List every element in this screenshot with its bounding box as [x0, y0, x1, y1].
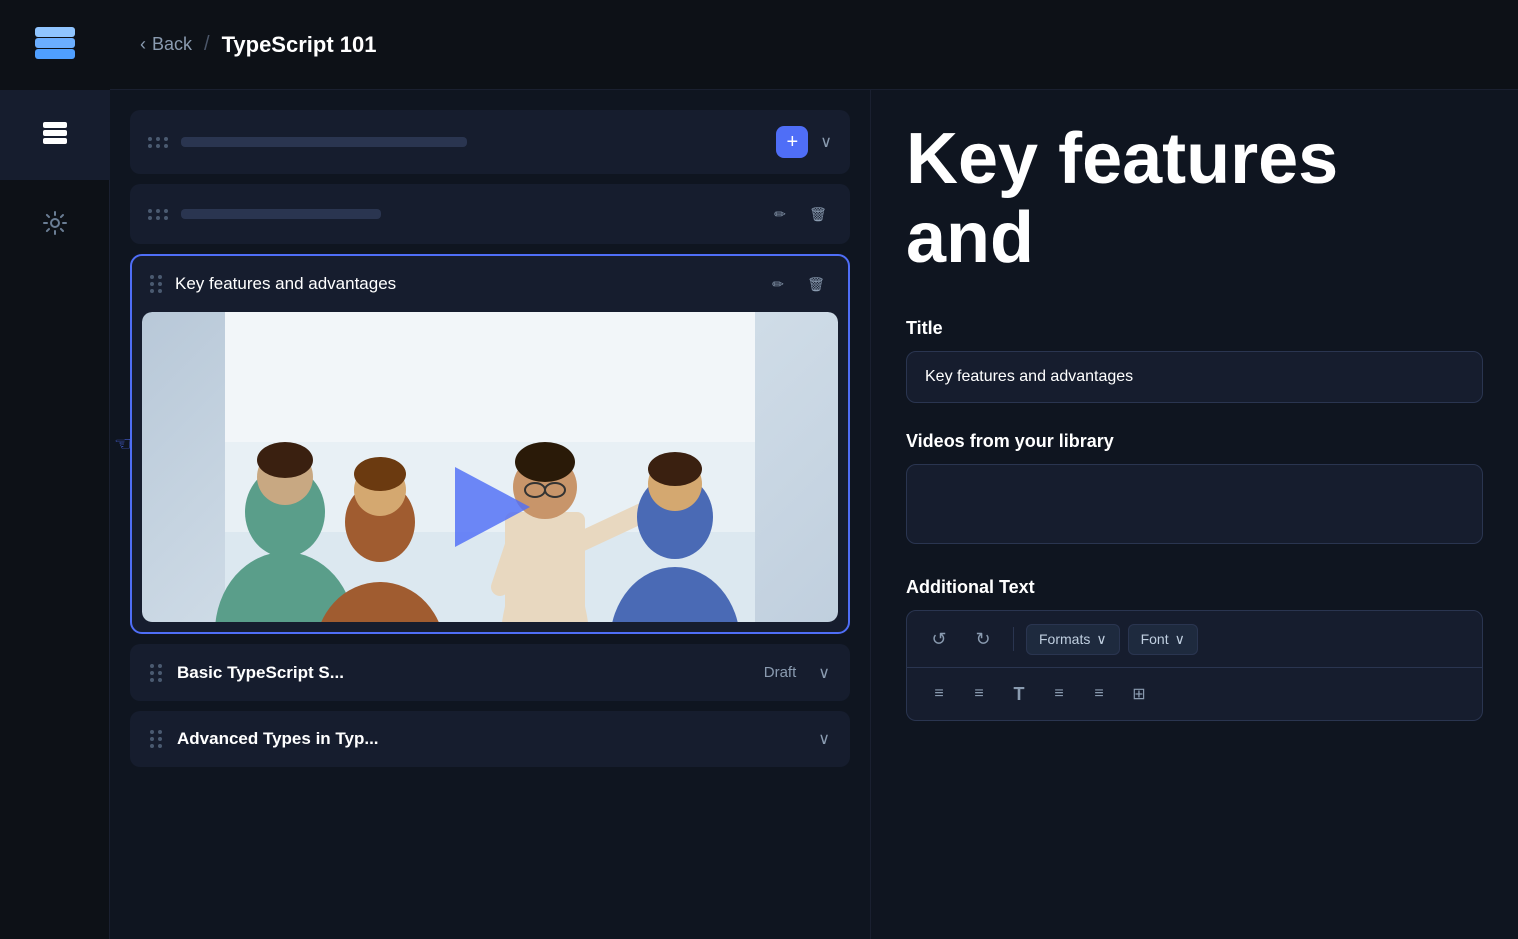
back-button[interactable]: ‹ Back	[140, 34, 192, 55]
drag-handle-advanced-types[interactable]	[150, 730, 163, 748]
section-1-chevron[interactable]: ∨	[820, 132, 832, 152]
lesson-advanced-types-chevron[interactable]: ∨	[818, 729, 830, 749]
rich-text-formatting-toolbar: ≡ ≡ T ≡ ≡ ⊞	[906, 668, 1483, 721]
align-left-button[interactable]: ≡	[921, 676, 957, 712]
main-area: ‹ Back / TypeScript 101 + ∨	[110, 0, 1518, 939]
drag-hand-icon: ☜	[114, 432, 132, 457]
delete-section-2-button[interactable]: 🗑	[804, 200, 832, 228]
lesson-key-features-header: Key features and advantages ✏ 🗑	[132, 256, 848, 312]
outline-section-2[interactable]: ✏ 🗑	[130, 184, 850, 244]
video-thumbnail	[142, 312, 838, 622]
title-field-label: Title	[906, 318, 1483, 339]
font-label: Font	[1141, 631, 1169, 647]
font-chevron-icon: ∨	[1175, 631, 1185, 648]
drag-handle-basic-ts[interactable]	[150, 664, 163, 682]
section-1-label-bar	[181, 137, 467, 147]
additional-text-field-group: Additional Text ↺ ↻ Formats ∨ Font ∨	[906, 577, 1483, 721]
formats-label: Formats	[1039, 631, 1090, 647]
video-preview-container	[142, 312, 838, 622]
title-input[interactable]	[906, 351, 1483, 403]
preview-heading: Key features and	[906, 120, 1483, 278]
redo-button[interactable]: ↻	[965, 621, 1001, 657]
drag-handle-section-2[interactable]	[148, 209, 169, 220]
sidebar-item-settings[interactable]	[0, 180, 110, 270]
header: ‹ Back / TypeScript 101	[110, 0, 1518, 90]
draft-badge: Draft	[756, 662, 805, 683]
add-section-button[interactable]: +	[776, 126, 808, 158]
section-2-actions: ✏ 🗑	[766, 200, 832, 228]
breadcrumb-separator: /	[204, 33, 210, 56]
lesson-key-features-actions: ✏ 🗑	[764, 270, 830, 298]
back-arrow-icon: ‹	[140, 34, 146, 55]
outdent-button[interactable]: ≡	[1081, 676, 1117, 712]
undo-button[interactable]: ↺	[921, 621, 957, 657]
drag-handle-lesson[interactable]	[150, 275, 163, 293]
gear-icon	[42, 210, 68, 241]
lesson-basic-ts-chevron[interactable]: ∨	[818, 663, 830, 683]
course-outline-panel: + ∨ ✏ 🗑 ☜	[110, 90, 870, 939]
additional-text-label: Additional Text	[906, 577, 1483, 598]
lesson-key-features[interactable]: ☜ Key features and advantages ✏ 🗑	[130, 254, 850, 634]
section-1-header: + ∨	[130, 110, 850, 174]
grid-view-button[interactable]: ⊞	[1121, 676, 1157, 712]
delete-lesson-button[interactable]: 🗑	[802, 270, 830, 298]
lesson-key-features-title: Key features and advantages	[175, 274, 752, 294]
edit-lesson-button[interactable]: ✏	[764, 270, 792, 298]
sidebar-item-layers[interactable]	[0, 90, 110, 180]
lesson-basic-ts-title: Basic TypeScript S...	[177, 663, 742, 683]
title-field-group: Title	[906, 318, 1483, 431]
sidebar-logo-area	[0, 0, 110, 90]
drag-handle-section-1[interactable]	[148, 137, 169, 148]
preview-heading-text: Key features and	[906, 119, 1338, 278]
section-2-label-bar	[181, 209, 381, 219]
rich-text-toolbar: ↺ ↻ Formats ∨ Font ∨	[906, 610, 1483, 668]
formats-dropdown[interactable]: Formats ∨	[1026, 624, 1120, 655]
app-logo-icon	[31, 19, 79, 72]
font-dropdown[interactable]: Font ∨	[1128, 624, 1198, 655]
videos-field-label: Videos from your library	[906, 431, 1483, 452]
videos-textarea[interactable]	[906, 464, 1483, 544]
sidebar	[0, 0, 110, 939]
lesson-basic-typescript[interactable]: Basic TypeScript S... Draft ∨	[130, 644, 850, 701]
edit-section-2-button[interactable]: ✏	[766, 200, 794, 228]
align-list-button[interactable]: ≡	[961, 676, 997, 712]
text-style-button[interactable]: T	[1001, 676, 1037, 712]
outline-section-1[interactable]: + ∨	[130, 110, 850, 174]
layers-icon	[40, 118, 70, 153]
right-properties-panel: Key features and Title Videos from your …	[870, 90, 1518, 939]
videos-field-group: Videos from your library	[906, 431, 1483, 577]
content-area: + ∨ ✏ 🗑 ☜	[110, 90, 1518, 939]
page-title: TypeScript 101	[222, 32, 377, 58]
indent-button[interactable]: ≡	[1041, 676, 1077, 712]
formats-chevron-icon: ∨	[1096, 631, 1106, 648]
lesson-advanced-types[interactable]: Advanced Types in Typ... ∨	[130, 711, 850, 767]
lesson-advanced-types-title: Advanced Types in Typ...	[177, 729, 804, 749]
back-label: Back	[152, 34, 192, 55]
